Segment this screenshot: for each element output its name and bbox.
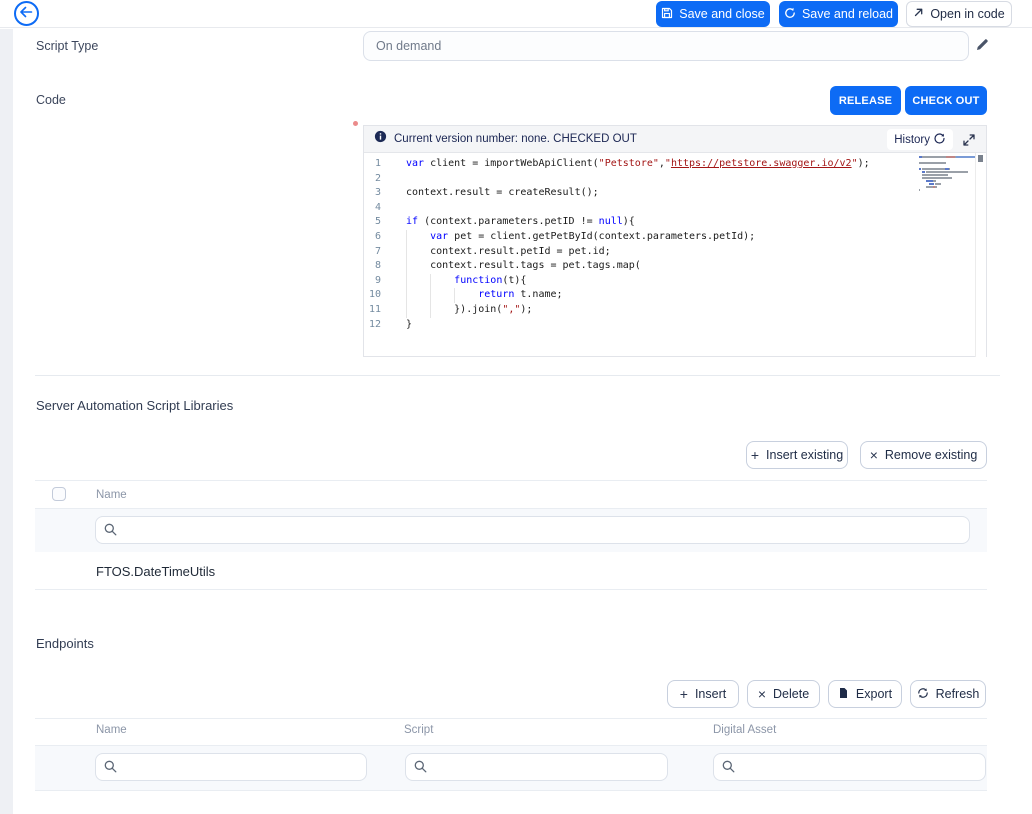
- endpoints-name-search: [95, 753, 367, 781]
- code-line: 7 context.result.petId = pet.id;: [364, 244, 986, 260]
- code-editor-body[interactable]: 1 var client = importWebApiClient("Petsto…: [364, 153, 986, 357]
- release-button[interactable]: RELEASE: [830, 86, 901, 115]
- history-label: History: [894, 133, 930, 146]
- code-line: 6 var pet = client.getPetById(context.pa…: [364, 229, 986, 245]
- expand-icon[interactable]: [959, 130, 979, 149]
- table-border: [35, 790, 987, 791]
- edit-pencil-icon[interactable]: [975, 37, 990, 57]
- export-button[interactable]: Export: [828, 680, 902, 708]
- refresh-label: Refresh: [935, 687, 980, 701]
- endpoints-column-digital-asset: Digital Asset: [713, 724, 777, 736]
- libraries-section-title: Server Automation Script Libraries: [36, 398, 234, 413]
- code-line: 12}: [368, 318, 413, 330]
- insert-existing-label: Insert existing: [766, 448, 844, 462]
- search-icon: [104, 523, 117, 536]
- code-line: 2: [374, 172, 381, 184]
- export-label: Export: [855, 687, 893, 701]
- check-out-label: CHECK OUT: [912, 94, 980, 107]
- required-indicator: [353, 121, 358, 126]
- insert-button[interactable]: + Insert: [667, 680, 739, 708]
- refresh-button[interactable]: Refresh: [910, 680, 986, 708]
- section-divider: [35, 375, 1000, 376]
- select-all-checkbox[interactable]: [52, 487, 66, 501]
- check-out-button[interactable]: CHECK OUT: [905, 86, 987, 115]
- endpoints-digital-asset-search-input[interactable]: [713, 753, 986, 781]
- code-line: 3 context.result = createResult();: [374, 187, 599, 199]
- code-line: 9 function(t){: [364, 273, 986, 289]
- top-toolbar: Save and close Save and reload Open in c…: [0, 0, 1032, 28]
- code-line: 4: [374, 201, 381, 213]
- table-border: [35, 589, 987, 590]
- plus-icon: +: [750, 447, 760, 463]
- script-type-label: Script Type: [36, 39, 99, 53]
- remove-existing-button[interactable]: × Remove existing: [860, 441, 987, 469]
- delete-label: Delete: [773, 687, 810, 701]
- endpoints-digital-asset-search: [713, 753, 986, 781]
- remove-existing-label: Remove existing: [884, 448, 978, 462]
- insert-existing-button[interactable]: + Insert existing: [746, 441, 848, 469]
- save-and-reload-button[interactable]: Save and reload: [779, 1, 898, 27]
- libraries-name-search-input[interactable]: [95, 516, 970, 544]
- save-and-close-button[interactable]: Save and close: [656, 1, 770, 27]
- save-and-reload-label: Save and reload: [801, 7, 894, 21]
- endpoints-column-name: Name: [96, 724, 127, 736]
- code-line: 8 context.result.tags = pet.tags.map(: [364, 259, 986, 274]
- save-icon: [661, 7, 673, 22]
- back-icon: [20, 6, 33, 21]
- refresh-icon: [917, 687, 929, 702]
- endpoints-column-script: Script: [404, 724, 434, 736]
- open-in-code-button[interactable]: Open in code: [906, 1, 1012, 27]
- libraries-name-search: [95, 516, 970, 544]
- page-left-gutter: [0, 29, 13, 814]
- save-and-close-label: Save and close: [679, 7, 765, 21]
- editor-scrollbar[interactable]: [975, 153, 986, 357]
- code-editor-header: Current version number: none. CHECKED OU…: [364, 126, 986, 153]
- code-line: 5 if (context.parameters.petID != null){: [374, 216, 635, 228]
- reload-icon: [784, 7, 796, 22]
- endpoints-script-search: [405, 753, 668, 781]
- history-button[interactable]: History: [887, 129, 953, 150]
- overview-ruler-mark: [978, 155, 983, 162]
- insert-label: Insert: [694, 687, 727, 701]
- open-in-code-label: Open in code: [930, 7, 1005, 21]
- history-icon: [933, 132, 946, 148]
- libraries-column-name: Name: [96, 489, 127, 501]
- version-status-text: Current version number: none. CHECKED OU…: [394, 133, 637, 145]
- back-button[interactable]: [14, 1, 39, 26]
- open-external-icon: [913, 7, 924, 21]
- code-line: 10 return t.name;: [364, 288, 986, 303]
- search-icon: [414, 760, 427, 773]
- close-icon: ×: [757, 686, 767, 702]
- close-icon: ×: [869, 447, 878, 463]
- library-row-name[interactable]: FTOS.DateTimeUtils: [96, 564, 215, 579]
- code-line: 1 var client = importWebApiClient("Petsto…: [374, 158, 870, 169]
- code-lines: 1 var client = importWebApiClient("Petsto…: [364, 157, 986, 332]
- plus-icon: +: [679, 686, 688, 702]
- script-type-input[interactable]: [363, 31, 969, 61]
- release-label: RELEASE: [838, 94, 893, 107]
- code-editor[interactable]: Current version number: none. CHECKED OU…: [363, 125, 987, 357]
- minimap-lines: [919, 156, 977, 191]
- search-icon: [722, 760, 735, 773]
- endpoints-section-title: Endpoints: [36, 636, 94, 651]
- minimap[interactable]: [919, 156, 977, 192]
- script-editor-page: Save and close Save and reload Open in c…: [0, 0, 1032, 814]
- endpoints-name-search-input[interactable]: [95, 753, 367, 781]
- table-border: [35, 480, 987, 481]
- code-label: Code: [36, 93, 66, 107]
- export-file-icon: [838, 687, 849, 702]
- endpoints-script-search-input[interactable]: [405, 753, 668, 781]
- code-line: 11 }).join(",");: [364, 302, 986, 318]
- search-icon: [104, 760, 117, 773]
- delete-button[interactable]: × Delete: [747, 680, 820, 708]
- info-icon: [374, 130, 387, 148]
- table-border: [35, 718, 987, 719]
